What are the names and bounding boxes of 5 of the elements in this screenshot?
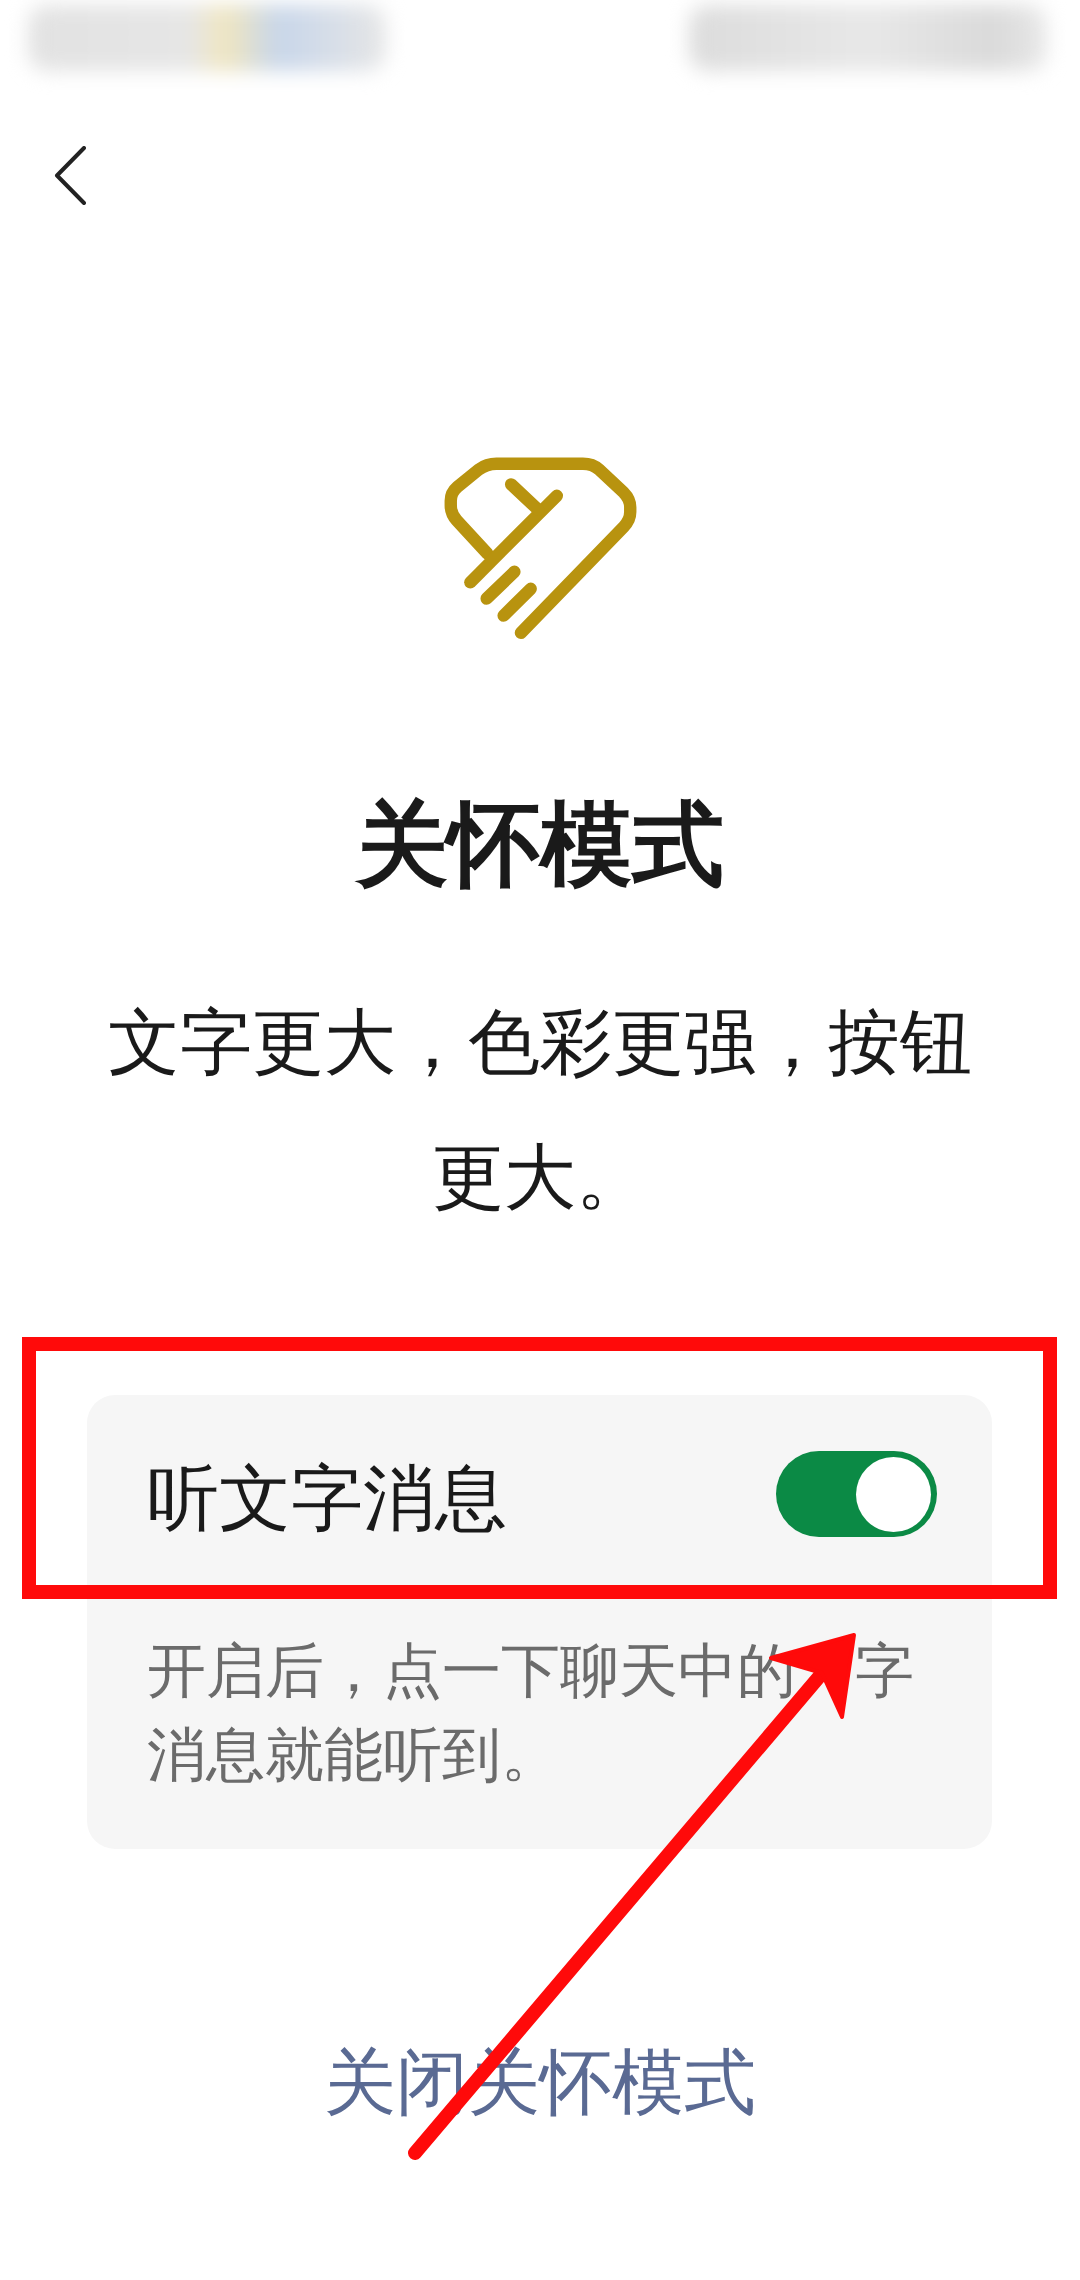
back-icon bbox=[54, 146, 86, 205]
setting-label: 听文字消息 bbox=[147, 1456, 507, 1540]
back-button[interactable] bbox=[54, 146, 86, 205]
page-title: 关怀模式 bbox=[356, 793, 724, 897]
page-subtitle: 文字更大，色彩更强，按钮更大。 bbox=[107, 999, 973, 1221]
